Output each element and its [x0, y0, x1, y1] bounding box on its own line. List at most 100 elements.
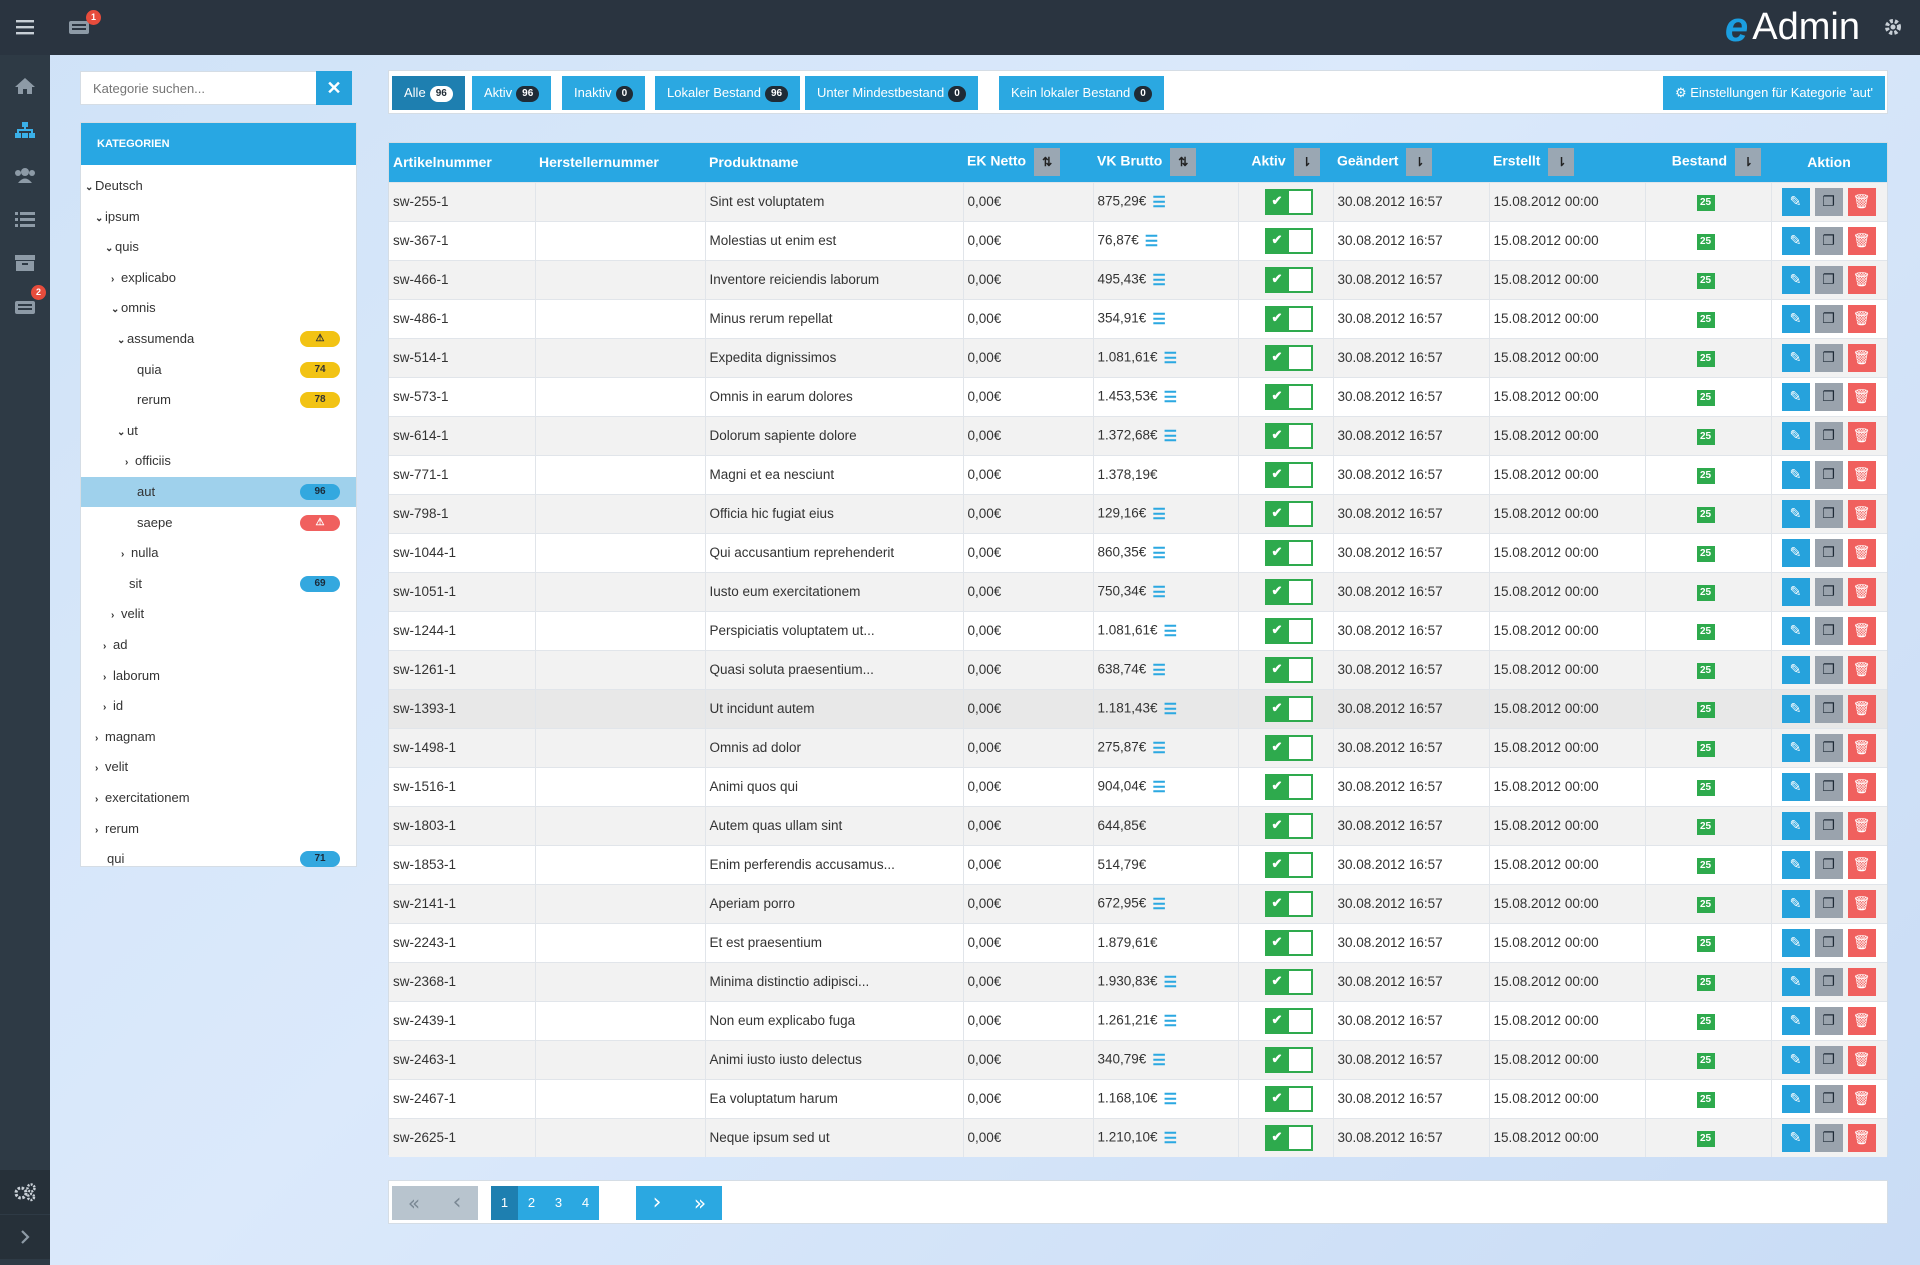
sidebar-item-categories[interactable] [0, 108, 50, 152]
chevron-right-icon[interactable]: › [111, 265, 121, 295]
category-search-input[interactable] [80, 71, 316, 105]
delete-button[interactable]: 🗑 [1847, 967, 1876, 996]
sort-icon[interactable]: ⇂ [1735, 148, 1761, 177]
delete-button[interactable]: 🗑 [1847, 772, 1876, 801]
active-toggle[interactable]: ✔ [1264, 812, 1313, 839]
price-list-icon[interactable]: ☰ [1152, 1051, 1165, 1069]
duplicate-button[interactable]: ❐ [1814, 1045, 1843, 1074]
page-number-button[interactable]: 4 [572, 1186, 599, 1220]
duplicate-button[interactable]: ❐ [1814, 265, 1843, 294]
active-toggle[interactable]: ✔ [1264, 383, 1313, 410]
duplicate-button[interactable]: ❐ [1814, 772, 1843, 801]
price-list-icon[interactable]: ☰ [1145, 232, 1158, 250]
clear-search-button[interactable]: ✕ [316, 71, 352, 105]
price-list-icon[interactable]: ☰ [1152, 193, 1165, 211]
tree-node[interactable]: › nulla [81, 538, 356, 568]
tree-node[interactable]: › rerum [81, 814, 356, 844]
chevron-down-icon[interactable]: ⌄ [117, 326, 127, 356]
edit-button[interactable]: ✎ [1781, 928, 1810, 957]
duplicate-button[interactable]: ❐ [1814, 187, 1843, 216]
table-row[interactable]: sw-2467-1 Ea voluptatum harum 0,00€ 1.168,1… [389, 1079, 1887, 1118]
delete-button[interactable]: 🗑 [1847, 733, 1876, 762]
delete-button[interactable]: 🗑 [1847, 382, 1876, 411]
price-list-icon[interactable]: ☰ [1152, 778, 1165, 796]
chevron-right-icon[interactable]: › [103, 693, 113, 723]
table-row[interactable]: sw-2625-1 Neque ipsum sed ut 0,00€ 1.210,10… [389, 1118, 1887, 1157]
tree-node[interactable]: › velit [81, 599, 356, 629]
edit-button[interactable]: ✎ [1781, 772, 1810, 801]
active-toggle[interactable]: ✔ [1264, 188, 1313, 215]
duplicate-button[interactable]: ❐ [1814, 1084, 1843, 1113]
duplicate-button[interactable]: ❐ [1814, 1006, 1843, 1035]
chevron-down-icon[interactable]: ⌄ [95, 204, 105, 234]
tree-node[interactable]: sit 69 [81, 569, 356, 599]
price-list-icon[interactable]: ☰ [1152, 544, 1165, 562]
active-toggle[interactable]: ✔ [1264, 1007, 1313, 1034]
price-list-icon[interactable]: ☰ [1164, 388, 1177, 406]
tree-node[interactable]: aut 96 [81, 477, 356, 507]
delete-button[interactable]: 🗑 [1847, 577, 1876, 606]
last-page-button[interactable]: » [678, 1186, 722, 1220]
table-row[interactable]: sw-573-1 Omnis in earum dolores 0,00€ 1.453… [389, 377, 1887, 416]
duplicate-button[interactable]: ❐ [1814, 694, 1843, 723]
sort-icon[interactable]: ⇂ [1406, 148, 1433, 177]
price-list-icon[interactable]: ☰ [1164, 349, 1177, 367]
table-row[interactable]: sw-1516-1 Animi quos qui 0,00€ 904,04€ ☰ ✔ 30.… [389, 767, 1887, 806]
chevron-right-icon[interactable]: › [103, 632, 113, 662]
sidebar-item-customers[interactable] [0, 153, 50, 197]
filter-button[interactable]: Inaktiv 0 [562, 76, 646, 110]
chevron-down-icon[interactable]: ⌄ [105, 234, 115, 264]
sort-icon[interactable]: ⇂ [1548, 148, 1575, 177]
duplicate-button[interactable]: ❐ [1814, 421, 1843, 450]
tree-node[interactable]: › explicabo [81, 263, 356, 293]
edit-button[interactable]: ✎ [1781, 655, 1810, 684]
price-list-icon[interactable]: ☰ [1152, 895, 1165, 913]
duplicate-button[interactable]: ❐ [1814, 343, 1843, 372]
next-page-button[interactable]: › [636, 1186, 678, 1220]
chevron-right-icon[interactable]: › [95, 785, 105, 815]
duplicate-button[interactable]: ❐ [1814, 655, 1843, 684]
edit-button[interactable]: ✎ [1781, 538, 1810, 567]
filter-button[interactable]: Lokaler Bestand 96 [655, 76, 801, 110]
table-row[interactable]: sw-486-1 Minus rerum repellat 0,00€ 354,91€… [389, 299, 1887, 338]
edit-button[interactable]: ✎ [1781, 304, 1810, 333]
delete-button[interactable]: 🗑 [1847, 655, 1876, 684]
delete-button[interactable]: 🗑 [1847, 343, 1876, 372]
tree-node[interactable]: ⌄ ut [81, 416, 356, 446]
chevron-right-icon[interactable]: › [125, 448, 135, 478]
delete-button[interactable]: 🗑 [1847, 850, 1876, 879]
active-toggle[interactable]: ✔ [1264, 539, 1313, 566]
filter-button[interactable]: Kein lokaler Bestand 0 [999, 76, 1164, 110]
edit-button[interactable]: ✎ [1781, 1045, 1810, 1074]
edit-button[interactable]: ✎ [1781, 343, 1810, 372]
delete-button[interactable]: 🗑 [1847, 304, 1876, 333]
previous-page-button[interactable]: ‹ [436, 1186, 478, 1220]
table-row[interactable]: sw-614-1 Dolorum sapiente dolore 0,00€ 1.37… [389, 416, 1887, 455]
duplicate-button[interactable]: ❐ [1814, 1123, 1843, 1152]
sidebar-item-home[interactable] [0, 64, 50, 108]
tree-node[interactable]: › magnam [81, 722, 356, 752]
duplicate-button[interactable]: ❐ [1814, 499, 1843, 528]
table-row[interactable]: sw-1244-1 Perspiciatis voluptatem ut... 0,… [389, 611, 1887, 650]
table-row[interactable]: sw-1051-1 Iusto eum exercitationem 0,00€ 75… [389, 572, 1887, 611]
edit-button[interactable]: ✎ [1781, 1006, 1810, 1035]
edit-button[interactable]: ✎ [1781, 226, 1810, 255]
table-row[interactable]: sw-1393-1 Ut incidunt autem 0,00€ 1.181,43€… [389, 689, 1887, 728]
duplicate-button[interactable]: ❐ [1814, 850, 1843, 879]
edit-button[interactable]: ✎ [1781, 265, 1810, 294]
table-row[interactable]: sw-1853-1 Enim perferendis accusamus... 0,… [389, 845, 1887, 884]
delete-button[interactable]: 🗑 [1847, 1123, 1876, 1152]
delete-button[interactable]: 🗑 [1847, 1084, 1876, 1113]
table-row[interactable]: sw-2368-1 Minima distinctio adipisci... 0,… [389, 962, 1887, 1001]
tree-node[interactable]: ⌄ assumenda ⚠ [81, 324, 356, 354]
active-toggle[interactable]: ✔ [1264, 968, 1313, 995]
edit-button[interactable]: ✎ [1781, 421, 1810, 450]
active-toggle[interactable]: ✔ [1264, 773, 1313, 800]
edit-button[interactable]: ✎ [1781, 616, 1810, 645]
hamburger-icon[interactable] [12, 14, 38, 40]
page-number-button[interactable]: 3 [545, 1186, 572, 1220]
active-toggle[interactable]: ✔ [1264, 617, 1313, 644]
delete-button[interactable]: 🗑 [1847, 811, 1876, 840]
tree-node[interactable]: qui 71 [81, 844, 356, 874]
chevron-right-icon[interactable]: › [95, 724, 105, 754]
